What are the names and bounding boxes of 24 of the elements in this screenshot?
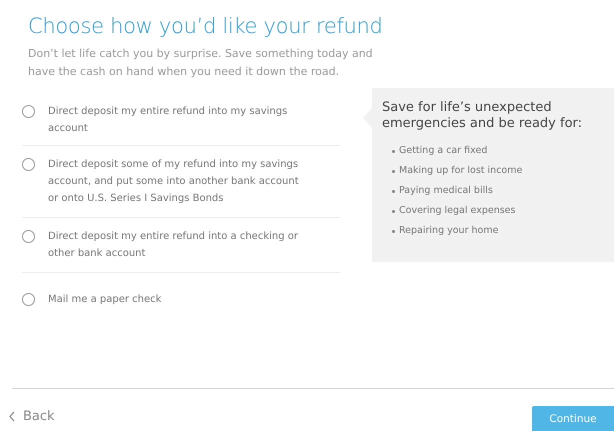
bullet-icon (392, 150, 395, 152)
tip-heading: Save for life’s unexpected emergencies and be ready for: (382, 100, 584, 132)
radio-button[interactable] (22, 230, 35, 243)
bullet-icon (392, 230, 395, 232)
radio-button[interactable] (22, 158, 35, 171)
bullet-icon (392, 170, 395, 172)
bullet-icon (392, 210, 395, 212)
radio-button[interactable] (22, 293, 35, 306)
option-label: Direct deposit my entire refund into a checking or other bank account (48, 230, 299, 261)
chevron-left-icon (9, 411, 15, 422)
page-subtitle: Don’t let life catch you by surprise. Save something today and have the cash on hand when you need it down the road. (28, 46, 374, 80)
option-label: Direct deposit some of my refund into my savings account, and put some into another bank account or onto U.S. Series I Savings Bonds (48, 158, 300, 206)
option-label: Direct deposit my entire refund into my savings account (48, 105, 288, 136)
tip-item: Paying medical bills (399, 184, 493, 198)
bullet-icon (392, 190, 395, 192)
back-link[interactable]: Back (9, 409, 55, 424)
tip-item: Getting a car fixed (399, 144, 488, 158)
radio-button[interactable] (22, 105, 35, 118)
continue-button[interactable]: Continue (532, 406, 614, 431)
page-title: Choose how you’d like your refund (28, 14, 384, 38)
option-label: Mail me a paper check (48, 293, 162, 307)
tip-item: Making up for lost income (399, 164, 522, 178)
tip-item: Covering legal expenses (399, 204, 516, 218)
tip-item: Repairing your home (399, 224, 498, 238)
